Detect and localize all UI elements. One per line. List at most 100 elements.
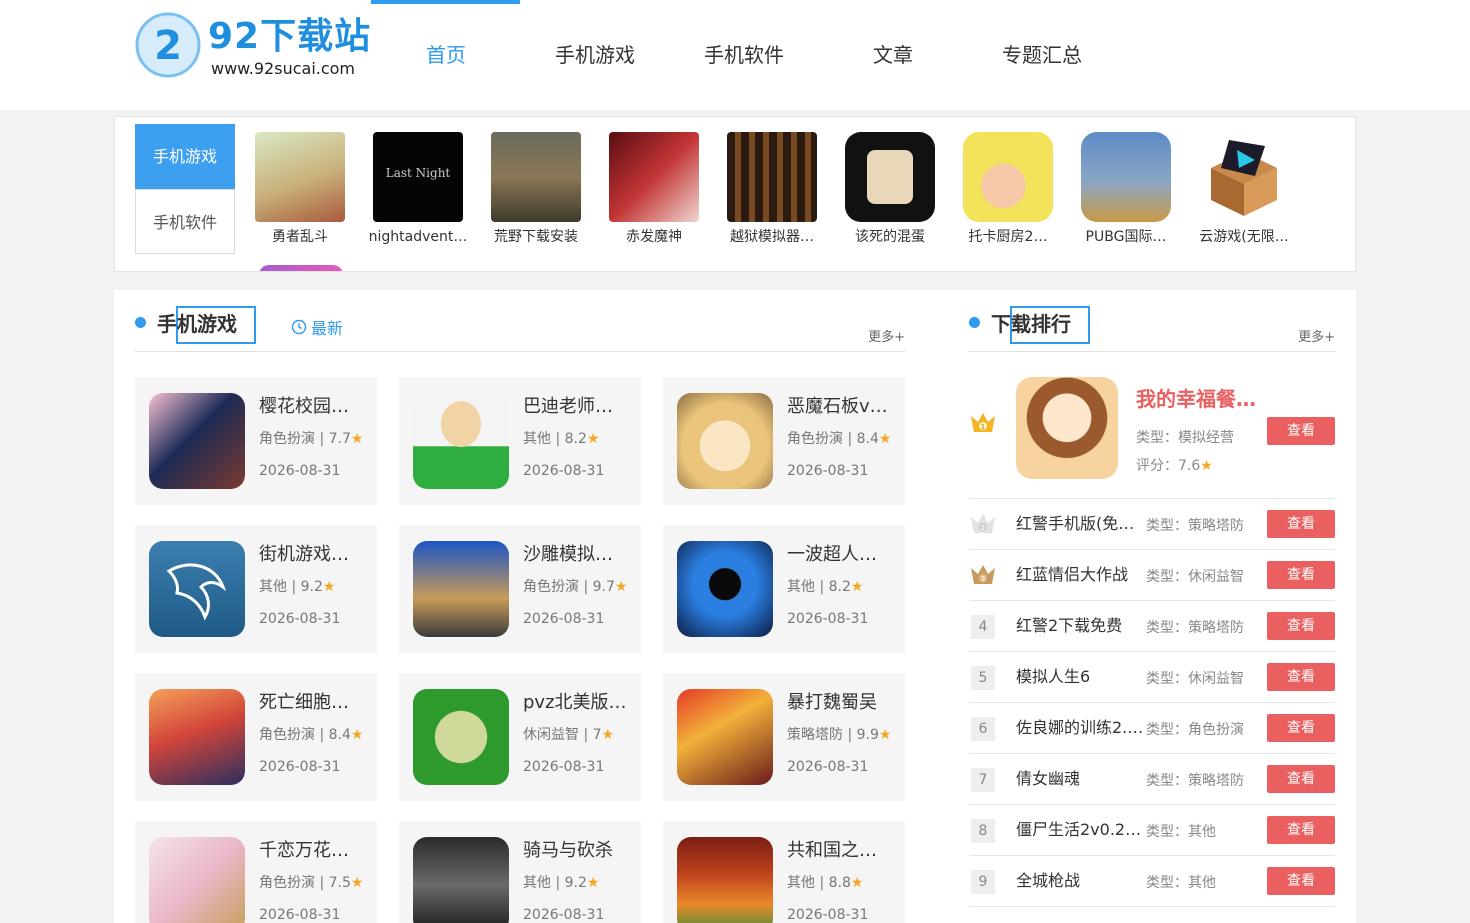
ranking-name[interactable]: 红蓝情侣大作战 <box>1016 564 1144 586</box>
strip-tab-software[interactable]: 手机软件 <box>135 189 235 254</box>
strip-item[interactable]: 托卡厨房2… <box>953 132 1063 246</box>
view-button[interactable]: 查看 <box>1267 714 1335 742</box>
strip-item-name: 越狱模拟器… <box>730 229 814 245</box>
ranking-name[interactable]: 模拟人生6 <box>1016 666 1144 688</box>
game-category-score: 角色扮演 | 7.7 <box>259 431 351 447</box>
view-button[interactable]: 查看 <box>1267 867 1335 895</box>
ranking-type: 类型：休闲益智 <box>1146 569 1244 585</box>
strip-item[interactable]: 赤发魔神 <box>599 132 709 246</box>
game-icon[interactable] <box>1016 377 1118 479</box>
site-logo[interactable]: 2 92下载站 www.92sucai.com <box>135 12 370 82</box>
game-card[interactable]: 共和国之… 其他 | 8.8★ 2026-08-31 <box>663 821 905 923</box>
game-card[interactable]: pvz北美版… 休闲益智 | 7★ 2026-08-31 <box>399 673 641 801</box>
game-icon: Last Night <box>373 132 463 222</box>
strip-tab-games[interactable]: 手机游戏 <box>135 124 235 189</box>
ranking-top-type: 类型：模拟经营 <box>1136 430 1234 446</box>
ranking-row: 8 僵尸生活2v0.27… 类型：其他 查看 <box>969 804 1335 855</box>
game-card[interactable]: 骑马与砍杀 其他 | 9.2★ 2026-08-31 <box>399 821 641 923</box>
strip-item-name: 勇者乱斗 <box>272 229 328 245</box>
ranking-name[interactable]: 佐良娜的训练2.… <box>1016 717 1144 739</box>
svg-text:2: 2 <box>981 524 985 532</box>
star-icon: ★ <box>586 875 600 891</box>
nav-home[interactable]: 首页 <box>371 0 521 110</box>
game-category-score: 角色扮演 | 9.7 <box>523 579 615 595</box>
strip-item[interactable]: 越狱模拟器… <box>717 132 827 246</box>
view-button[interactable]: 查看 <box>1267 510 1335 538</box>
game-icon <box>149 689 245 785</box>
game-category-score: 角色扮演 | 8.4 <box>787 431 879 447</box>
game-icon <box>255 132 345 222</box>
strip-item-name: PUBG国际… <box>1085 229 1167 245</box>
games-more-link[interactable]: 更多+ <box>868 326 905 345</box>
ranking-row: 5 模拟人生6 类型：休闲益智 查看 <box>969 651 1335 702</box>
strip-item[interactable]: Last Night nightadvent… <box>363 132 473 246</box>
strip-item-name: 该死的混蛋 <box>855 229 925 245</box>
divider <box>969 351 1335 352</box>
strip-item[interactable]: 云游戏(无限… <box>1189 132 1299 246</box>
game-card[interactable]: 街机游戏… 其他 | 9.2★ 2026-08-31 <box>135 525 377 653</box>
view-button[interactable]: 查看 <box>1267 663 1335 691</box>
strip-item[interactable]: 荒野下载安装 <box>481 132 591 246</box>
ranking-name[interactable]: 红警2下载免费 <box>1016 615 1144 637</box>
star-icon: ★ <box>878 431 892 447</box>
strip-item-name: 托卡厨房2… <box>968 229 1048 245</box>
game-card[interactable]: 巴迪老师… 其他 | 8.2★ 2026-08-31 <box>399 377 641 505</box>
ranking-more-link[interactable]: 更多+ <box>1298 326 1335 345</box>
game-name: 暴打魏蜀吴 <box>787 692 877 713</box>
clock-icon <box>291 319 307 335</box>
game-icon <box>727 132 817 222</box>
strip-item[interactable]: PUBG国际… <box>1071 132 1181 246</box>
game-card[interactable]: 沙雕模拟… 角色扮演 | 9.7★ 2026-08-31 <box>399 525 641 653</box>
strip-item[interactable]: 勇者乱斗 <box>245 132 355 246</box>
ranking-name[interactable]: 红警手机版(免… <box>1016 513 1144 535</box>
ranking-name[interactable]: 僵尸生活2v0.27… <box>1016 819 1144 841</box>
ranking-row: 6 佐良娜的训练2.… 类型：角色扮演 查看 <box>969 702 1335 753</box>
view-button[interactable]: 查看 <box>1267 417 1335 445</box>
ranking-type: 类型：其他 <box>1146 824 1216 840</box>
ranking-type: 类型：策略塔防 <box>1146 518 1244 534</box>
view-button[interactable]: 查看 <box>1267 816 1335 844</box>
view-button[interactable]: 查看 <box>1267 561 1335 589</box>
star-icon: ★ <box>850 875 864 891</box>
game-icon <box>609 132 699 222</box>
game-meta: 角色扮演 | 8.4★ <box>259 726 363 744</box>
game-card[interactable]: 暴打魏蜀吴 策略塔防 | 9.9★ 2026-08-31 <box>663 673 905 801</box>
site-header: 2 92下载站 www.92sucai.com 首页 手机游戏 手机软件 文章 … <box>0 0 1470 110</box>
game-card[interactable]: 樱花校园… 角色扮演 | 7.7★ 2026-08-31 <box>135 377 377 505</box>
gold-crown-icon: 1 <box>971 413 995 432</box>
game-meta: 其他 | 9.2★ <box>259 578 335 596</box>
game-icon <box>413 541 509 637</box>
tab-latest[interactable]: 最新 <box>291 315 343 339</box>
ranking-section-header: 下载排行 更多+ <box>969 290 1335 352</box>
nav-topics[interactable]: 专题汇总 <box>967 0 1117 110</box>
game-card[interactable]: 恶魔石板v… 角色扮演 | 8.4★ 2026-08-31 <box>663 377 905 505</box>
game-card[interactable]: 千恋万花… 角色扮演 | 7.5★ 2026-08-31 <box>135 821 377 923</box>
game-icon <box>413 393 509 489</box>
ranking-name[interactable]: 倩女幽魂 <box>1016 768 1144 790</box>
game-meta: 角色扮演 | 7.5★ <box>259 874 363 892</box>
game-icon <box>149 837 245 923</box>
game-date: 2026-08-31 <box>523 463 605 479</box>
ranking-top-name[interactable]: 我的幸福餐… <box>1136 386 1260 412</box>
rank-number: 5 <box>971 666 995 690</box>
game-meta: 其他 | 8.2★ <box>787 578 863 596</box>
svg-text:1: 1 <box>981 423 985 431</box>
game-name: 千恋万花… <box>259 840 349 861</box>
game-category-score: 休闲益智 | 7 <box>523 727 602 743</box>
nav-articles[interactable]: 文章 <box>818 0 968 110</box>
strip-item[interactable]: 该死的混蛋 <box>835 132 945 246</box>
game-card[interactable]: 一波超人… 其他 | 8.2★ 2026-08-31 <box>663 525 905 653</box>
game-card[interactable]: 死亡细胞… 角色扮演 | 8.4★ 2026-08-31 <box>135 673 377 801</box>
game-date: 2026-08-31 <box>523 759 605 775</box>
ranking-name[interactable]: 全城枪战 <box>1016 870 1144 892</box>
game-meta: 角色扮演 | 8.4★ <box>787 430 891 448</box>
ranking-type: 类型：策略塔防 <box>1146 620 1244 636</box>
ranking-section-title: 下载排行 <box>991 312 1071 336</box>
game-icon[interactable] <box>259 265 343 271</box>
view-button[interactable]: 查看 <box>1267 612 1335 640</box>
nav-mobile-software[interactable]: 手机软件 <box>669 0 819 110</box>
view-button[interactable]: 查看 <box>1267 765 1335 793</box>
game-icon <box>413 837 509 923</box>
nav-mobile-games[interactable]: 手机游戏 <box>520 0 670 110</box>
strip-item-name: nightadvent… <box>368 229 468 245</box>
